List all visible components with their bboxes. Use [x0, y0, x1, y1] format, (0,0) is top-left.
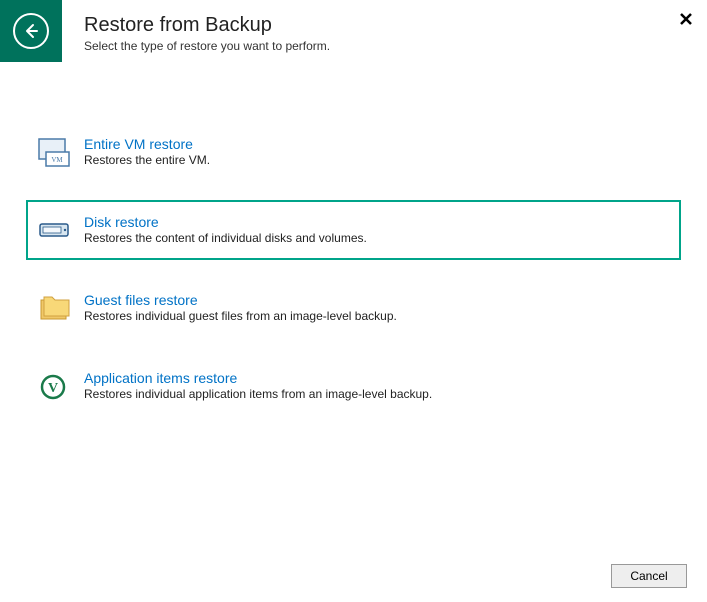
option-title: Entire VM restore	[84, 136, 669, 152]
wizard-header: Restore from Backup Select the type of r…	[0, 0, 707, 72]
folder-icon	[38, 294, 72, 324]
option-text: Application items restore Restores indiv…	[84, 370, 669, 401]
application-icon: V	[38, 372, 72, 402]
option-desc: Restores individual guest files from an …	[84, 309, 669, 323]
option-entire-vm-restore[interactable]: VM Entire VM restore Restores the entire…	[26, 122, 681, 182]
cancel-button[interactable]: Cancel	[611, 564, 687, 588]
page-title: Restore from Backup	[84, 14, 330, 37]
option-disk-restore[interactable]: Disk restore Restores the content of ind…	[26, 200, 681, 260]
restore-options: VM Entire VM restore Restores the entire…	[0, 122, 707, 416]
close-button[interactable]	[679, 10, 693, 31]
option-text: Guest files restore Restores individual …	[84, 292, 669, 323]
page-subtitle: Select the type of restore you want to p…	[84, 39, 330, 53]
option-desc: Restores the entire VM.	[84, 153, 669, 167]
option-title: Guest files restore	[84, 292, 669, 308]
svg-text:V: V	[48, 381, 58, 396]
footer: Cancel	[611, 564, 687, 588]
option-desc: Restores the content of individual disks…	[84, 231, 669, 245]
disk-icon	[38, 216, 72, 246]
option-title: Disk restore	[84, 214, 669, 230]
vm-icon: VM	[38, 138, 72, 168]
arrow-left-icon	[22, 22, 40, 40]
option-title: Application items restore	[84, 370, 669, 386]
option-text: Entire VM restore Restores the entire VM…	[84, 136, 669, 167]
option-text: Disk restore Restores the content of ind…	[84, 214, 669, 245]
close-icon	[679, 12, 693, 26]
option-guest-files-restore[interactable]: Guest files restore Restores individual …	[26, 278, 681, 338]
svg-text:VM: VM	[51, 156, 63, 164]
option-desc: Restores individual application items fr…	[84, 387, 669, 401]
back-button[interactable]	[13, 13, 49, 49]
option-application-items-restore[interactable]: V Application items restore Restores ind…	[26, 356, 681, 416]
back-button-container	[0, 0, 62, 62]
title-area: Restore from Backup Select the type of r…	[84, 14, 330, 53]
